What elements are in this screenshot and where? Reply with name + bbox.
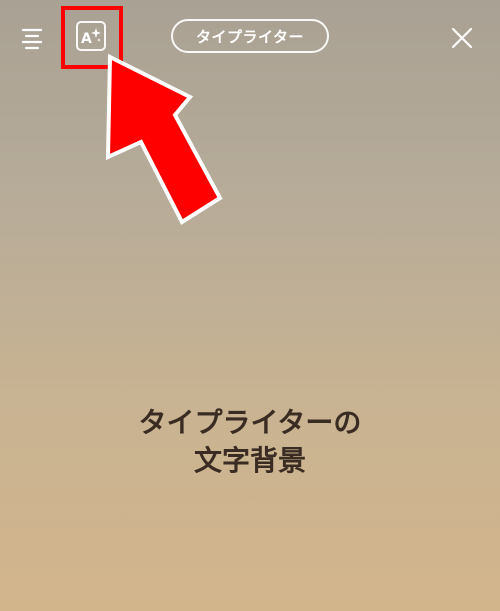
close-button[interactable]	[444, 20, 480, 56]
close-icon	[451, 27, 473, 49]
story-text-line-1: タイプライターの	[138, 406, 362, 439]
story-text-line-2: 文字背景	[193, 444, 306, 477]
story-text-editor: A タイプライター タイプライターの 文字背景	[0, 0, 500, 611]
text-effect-sparkle-icon: A	[81, 28, 101, 47]
text-align-icon	[21, 28, 43, 50]
font-style-button[interactable]: タイプライター	[171, 19, 329, 53]
story-text-content[interactable]: タイプライターの 文字背景	[0, 404, 500, 480]
top-toolbar: A タイプライター	[0, 0, 500, 80]
text-effect-button[interactable]: A	[76, 21, 106, 51]
text-align-button[interactable]	[14, 20, 50, 56]
effect-letter: A	[81, 31, 92, 47]
